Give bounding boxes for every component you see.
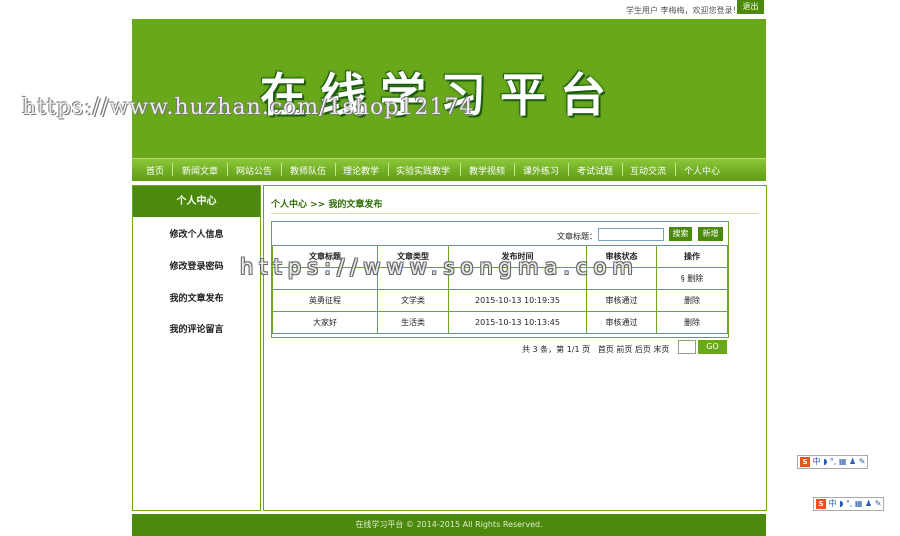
watermark-songma: https://www.songma.com	[240, 255, 639, 279]
sidebar-item-my-comments[interactable]: 我的评论留言	[133, 322, 260, 335]
cell-action: 删除	[656, 311, 728, 334]
cell-type: 文学类	[377, 289, 449, 312]
table-row: 大家好 生活类 2015-10-13 10:13:45 审核通过 删除	[272, 311, 728, 334]
cell-status: 审核通过	[586, 311, 657, 334]
footer: 在线学习平台 © 2014-2015 All Rights Reserved.	[132, 514, 766, 536]
nav-item-videos[interactable]: 教学视频	[469, 164, 505, 177]
ime-status-icons: 中 ◗ °, ▦ ♟ ✎	[828, 499, 882, 508]
pagination-summary: 共 3 条，第 1/1 页	[522, 345, 591, 354]
page-number-input[interactable]	[678, 340, 696, 354]
nav-divider	[675, 163, 676, 176]
cell-action: 删除	[656, 289, 728, 312]
nav-item-personal[interactable]: 个人中心	[684, 164, 720, 177]
nav-divider	[172, 163, 173, 176]
table-row: 英勇征程 文学类 2015-10-13 10:19:35 审核通过 删除	[272, 289, 728, 312]
nav-item-forum[interactable]: 互动交流	[630, 164, 666, 177]
ime-status-icons: 中 ◗ °, ▦ ♟ ✎	[812, 457, 866, 466]
nav-item-theory[interactable]: 理论教学	[343, 164, 379, 177]
nav-item-exercises[interactable]: 课外练习	[523, 164, 559, 177]
logout-button[interactable]: 退出	[737, 0, 764, 14]
go-button[interactable]: GO	[698, 340, 727, 354]
article-panel: 文章标题： 搜索 新增 文章标题 文章类型 发布时间 审核状态 操作 § 删除 …	[271, 221, 729, 338]
sogou-icon: S	[816, 499, 826, 509]
page-last-link[interactable]: 末页	[653, 345, 669, 354]
sidebar-title: 个人中心	[133, 186, 260, 217]
delete-link[interactable]: 删除	[684, 318, 700, 327]
cell-action: § 删除	[656, 267, 728, 290]
top-user-bar: 学生用户 李梅梅，欢迎您登录！ 退出	[600, 0, 766, 18]
delete-link[interactable]: 删除	[687, 274, 703, 283]
nav-divider	[335, 163, 336, 176]
search-label: 文章标题：	[557, 232, 597, 241]
search-input[interactable]	[598, 228, 664, 241]
watermark-huzhan: https://www.huzhan.com/1shop12174	[22, 95, 475, 120]
page-prev-link[interactable]: 前页	[616, 345, 632, 354]
cell-time: 2015-10-13 10:19:35	[448, 289, 587, 312]
sidebar: 个人中心 修改个人信息 修改登录密码 我的文章发布 我的评论留言	[132, 185, 261, 511]
column-header-action: 操作	[656, 245, 728, 268]
welcome-text: 学生用户 李梅梅，欢迎您登录！	[626, 6, 741, 15]
cell-status: 审核通过	[586, 289, 657, 312]
delete-link[interactable]: 删除	[684, 296, 700, 305]
nav-divider	[568, 163, 569, 176]
nav-divider	[227, 163, 228, 176]
nav-divider	[460, 163, 461, 176]
pagination: 共 3 条，第 1/1 页 首页 前页 后页 末页	[522, 344, 669, 355]
cell-type: 生活类	[377, 311, 449, 334]
main-content: 个人中心 >> 我的文章发布 文章标题： 搜索 新增 文章标题 文章类型 发布时…	[263, 185, 767, 511]
breadcrumb: 个人中心 >> 我的文章发布	[271, 200, 383, 210]
add-button[interactable]: 新增	[698, 227, 723, 241]
ime-toolbar[interactable]: S 中 ◗ °, ▦ ♟ ✎	[813, 497, 885, 511]
nav-divider	[622, 163, 623, 176]
sidebar-item-my-articles[interactable]: 我的文章发布	[133, 291, 260, 304]
nav-divider	[281, 163, 282, 176]
ime-toolbar[interactable]: S 中 ◗ °, ▦ ♟ ✎	[797, 455, 869, 469]
sogou-icon: S	[800, 457, 810, 467]
cell-title: 大家好	[272, 311, 378, 334]
cell-title: 英勇征程	[272, 289, 378, 312]
nav-item-news[interactable]: 新闻文章	[182, 164, 218, 177]
nav-item-home[interactable]: 首页	[146, 164, 164, 177]
nav-divider	[388, 163, 389, 176]
nav-item-teachers[interactable]: 教师队伍	[290, 164, 326, 177]
nav-divider	[514, 163, 515, 176]
search-button[interactable]: 搜索	[669, 227, 692, 241]
cell-time: 2015-10-13 10:13:45	[448, 311, 587, 334]
nav-item-notice[interactable]: 网站公告	[236, 164, 272, 177]
edit-icon[interactable]: §	[681, 274, 685, 283]
nav-item-practice[interactable]: 实验实践教学	[396, 164, 450, 177]
breadcrumb-divider	[271, 213, 759, 214]
sidebar-item-edit-profile[interactable]: 修改个人信息	[133, 227, 260, 240]
page-first-link[interactable]: 首页	[598, 345, 614, 354]
page-next-link[interactable]: 后页	[635, 345, 651, 354]
nav-item-exams[interactable]: 考试试题	[577, 164, 613, 177]
main-nav: 首页 新闻文章 网站公告 教师队伍 理论教学 实验实践教学 教学视频 课外练习 …	[132, 158, 766, 181]
site-banner: 在线学习平台	[132, 19, 766, 158]
